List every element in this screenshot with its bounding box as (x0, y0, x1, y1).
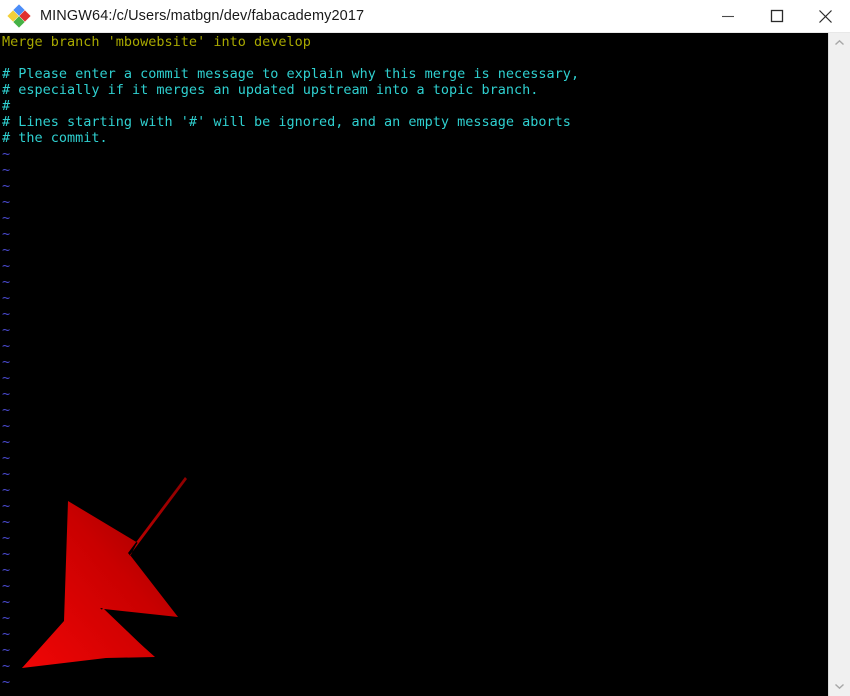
vertical-scrollbar[interactable] (828, 33, 850, 696)
window-titlebar[interactable]: MINGW64:/c/Users/matbgn/dev/fabacademy20… (0, 0, 850, 33)
empty-line-marker: ~ (2, 258, 11, 274)
empty-line-marker: ~ (2, 402, 11, 418)
empty-line-marker: ~ (2, 338, 11, 354)
empty-line-marker: ~ (2, 626, 11, 642)
vim-buffer-text: Merge branch 'mbowebsite' into develop #… (2, 34, 826, 690)
empty-line-marker: ~ (2, 162, 11, 178)
mingw64-terminal-window: MINGW64:/c/Users/matbgn/dev/fabacademy20… (0, 0, 850, 696)
empty-line-marker: ~ (2, 610, 11, 626)
msys2-diamond-icon (7, 4, 31, 28)
empty-line-marker: ~ (2, 178, 11, 194)
empty-line-marker: ~ (2, 242, 11, 258)
empty-line-marker: ~ (2, 274, 11, 290)
empty-line-marker: ~ (2, 482, 11, 498)
empty-line-marker: ~ (2, 210, 11, 226)
scrollbar-track[interactable] (829, 53, 850, 676)
empty-line-marker: ~ (2, 578, 11, 594)
buffer-line: # (2, 98, 11, 114)
maximize-button[interactable] (752, 0, 801, 33)
window-controls (703, 0, 850, 33)
buffer-line: # the commit. (2, 130, 108, 146)
empty-line-marker: ~ (2, 514, 11, 530)
window-title: MINGW64:/c/Users/matbgn/dev/fabacademy20… (40, 8, 365, 24)
close-button[interactable] (801, 0, 850, 33)
empty-line-marker: ~ (2, 194, 11, 210)
empty-line-marker: ~ (2, 418, 11, 434)
empty-line-marker: ~ (2, 530, 11, 546)
terminal-screen[interactable]: Merge branch 'mbowebsite' into develop #… (0, 33, 828, 696)
empty-line-marker: ~ (2, 642, 11, 658)
empty-line-marker: ~ (2, 370, 11, 386)
empty-line-marker: ~ (2, 562, 11, 578)
empty-line-marker: ~ (2, 146, 11, 162)
empty-line-marker: ~ (2, 226, 11, 242)
buffer-line: # Lines starting with '#' will be ignore… (2, 114, 571, 130)
scrollbar-thumb[interactable] (829, 53, 850, 676)
empty-line-marker: ~ (2, 594, 11, 610)
empty-line-marker: ~ (2, 434, 11, 450)
buffer-line (2, 50, 826, 66)
buffer-line: Merge branch 'mbowebsite' into develop (2, 34, 311, 50)
buffer-line: # Please enter a commit message to expla… (2, 66, 580, 82)
empty-line-marker: ~ (2, 466, 11, 482)
empty-line-marker: ~ (2, 386, 11, 402)
empty-line-marker: ~ (2, 498, 11, 514)
minimize-button[interactable] (703, 0, 752, 33)
buffer-line: # especially if it merges an updated ups… (2, 82, 539, 98)
empty-line-marker: ~ (2, 674, 11, 690)
empty-line-marker: ~ (2, 354, 11, 370)
chevron-up-icon[interactable] (829, 33, 850, 53)
empty-line-marker: ~ (2, 290, 11, 306)
chevron-down-icon[interactable] (829, 676, 850, 696)
empty-line-marker: ~ (2, 306, 11, 322)
empty-line-marker: ~ (2, 450, 11, 466)
empty-line-marker: ~ (2, 658, 11, 674)
empty-line-marker: ~ (2, 546, 11, 562)
empty-line-marker: ~ (2, 322, 11, 338)
